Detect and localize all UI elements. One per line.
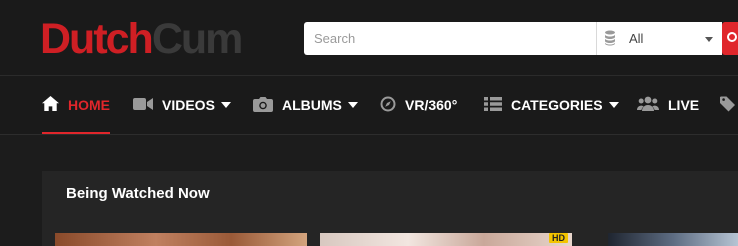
nav-item-vr360[interactable]: VR/360° (380, 76, 457, 134)
tag-icon (720, 96, 738, 115)
compass-icon (380, 96, 396, 115)
logo-text-secondary: Cum (151, 15, 244, 63)
nav-label: LIVE (668, 97, 700, 113)
nav-item-home[interactable]: HOME (42, 76, 110, 134)
search-input[interactable] (304, 22, 596, 55)
nav-label: VR/360° (405, 97, 458, 113)
search-icon (727, 32, 737, 42)
nav-label: CATEGORIES (511, 97, 603, 113)
list-icon (484, 96, 502, 114)
video-thumbnail[interactable]: HD (320, 233, 572, 246)
search-filter-select[interactable]: All (596, 22, 722, 55)
site-logo[interactable]: DutchCum (40, 14, 244, 64)
nav-item-videos[interactable]: VIDEOS (133, 76, 231, 134)
main-nav: HOME VIDEOS ALBUMS VR/360° CATEGORIES LI… (0, 76, 738, 135)
hd-badge: HD (549, 233, 568, 243)
logo-text-primary: Dutch (40, 15, 154, 63)
search-button[interactable] (722, 22, 738, 55)
nav-item-albums[interactable]: ALBUMS (253, 76, 358, 134)
chevron-down-icon (608, 102, 619, 108)
section-title: Being Watched Now (66, 185, 210, 202)
video-camera-icon (133, 97, 153, 114)
video-thumbnail[interactable] (608, 233, 738, 246)
chevron-down-icon (705, 37, 713, 42)
chevron-down-icon (220, 102, 231, 108)
site-header: DutchCum All (0, 0, 738, 76)
nav-label: ALBUMS (282, 97, 342, 113)
nav-item-live[interactable]: LIVE (637, 76, 699, 134)
chevron-down-icon (347, 102, 358, 108)
video-thumbnail[interactable] (55, 233, 307, 246)
nav-item-categories[interactable]: CATEGORIES (484, 76, 619, 134)
search-filter-value: All (629, 31, 644, 46)
users-icon (637, 96, 659, 114)
database-icon (604, 30, 616, 51)
nav-label: VIDEOS (162, 97, 215, 113)
nav-label: HOME (68, 97, 110, 113)
nav-item-tags[interactable] (720, 76, 738, 134)
home-icon (42, 96, 59, 114)
camera-icon (253, 96, 273, 115)
